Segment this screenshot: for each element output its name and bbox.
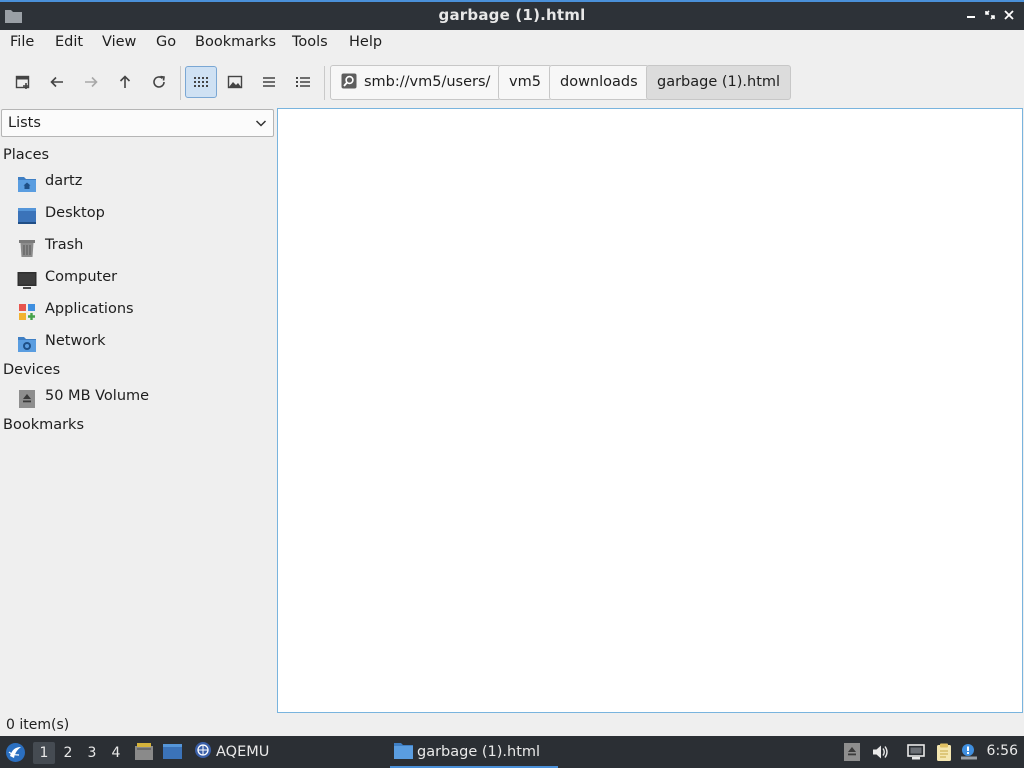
toolbar-separator: [180, 66, 181, 100]
window-title: garbage (1).html: [438, 6, 586, 24]
workspace-1[interactable]: 1: [33, 742, 55, 764]
menu-view[interactable]: View: [102, 34, 136, 50]
sidebar-item-network[interactable]: Network: [0, 328, 274, 358]
minimize-button[interactable]: [962, 6, 980, 24]
breadcrumb-current-file[interactable]: garbage (1).html: [646, 65, 792, 100]
update-notifier-icon[interactable]: [960, 743, 978, 761]
side-pane: Lists Places dartz Desktop Trash Compute…: [0, 108, 276, 714]
sidebar-item-label: Applications: [45, 301, 134, 317]
workspace-3[interactable]: 3: [81, 742, 103, 764]
forward-button[interactable]: [75, 66, 107, 98]
menu-edit[interactable]: Edit: [55, 34, 83, 50]
side-pane-mode-select[interactable]: Lists: [1, 109, 274, 137]
breadcrumb-downloads[interactable]: downloads: [549, 65, 649, 100]
close-button[interactable]: [1000, 6, 1018, 24]
menu-go[interactable]: Go: [156, 34, 176, 50]
trash-icon: [19, 240, 35, 257]
close-icon: [1004, 10, 1014, 20]
sidebar-item-label: Desktop: [45, 205, 105, 221]
taskbar: 1 2 3 4 AQEMU garbage (1).html 6:56: [0, 736, 1024, 768]
forward-icon: [85, 76, 98, 88]
icon-view-icon: [194, 77, 208, 87]
taskbar-app-file-window[interactable]: garbage (1).html: [390, 736, 558, 768]
clock[interactable]: 6:56: [987, 743, 1018, 759]
menu-bar: File Edit View Go Bookmarks Tools Help: [0, 30, 1024, 56]
breadcrumb-vm5[interactable]: vm5: [498, 65, 552, 100]
sidebar-item-trash[interactable]: Trash: [0, 232, 274, 262]
restore-button[interactable]: [981, 6, 999, 24]
thumbnail-view-button[interactable]: [219, 66, 251, 98]
workspace-2[interactable]: 2: [57, 742, 79, 764]
sidebar-item-computer[interactable]: Computer: [0, 264, 274, 294]
status-bar-text: 0 item(s): [6, 717, 70, 733]
sidebar-item-applications[interactable]: Applications: [0, 296, 274, 326]
sidebar-item-50mb-volume[interactable]: 50 MB Volume: [0, 383, 274, 413]
breadcrumb-label: smb://vm5/users/: [364, 74, 491, 90]
file-view-area[interactable]: [277, 108, 1023, 713]
show-desktop-icon[interactable]: [162, 742, 183, 762]
taskbar-app-label: AQEMU: [216, 744, 270, 760]
icon-view-button[interactable]: [185, 66, 217, 98]
compact-view-button[interactable]: [253, 66, 285, 98]
taskbar-app-aqemu[interactable]: AQEMU: [194, 736, 269, 768]
toolbar: smb://vm5/users/ vm5 downloads garbage (…: [0, 58, 1024, 106]
sidebar-item-desktop[interactable]: Desktop: [0, 200, 274, 230]
sidebar-item-label: Network: [45, 333, 106, 349]
folder-icon: [394, 742, 413, 759]
taskbar-app-label: garbage (1).html: [417, 744, 541, 760]
sidebar-item-dartz[interactable]: dartz: [0, 168, 274, 198]
back-icon: [50, 76, 63, 88]
aqemu-icon: [195, 742, 211, 758]
start-menu-icon[interactable]: [5, 742, 26, 763]
sidebar-item-label: dartz: [45, 173, 83, 189]
menu-bookmarks[interactable]: Bookmarks: [195, 34, 276, 50]
applications-icon: [19, 304, 35, 320]
smb-share-icon: [341, 73, 357, 88]
menu-help[interactable]: Help: [349, 34, 382, 50]
file-manager-launcher-icon[interactable]: [134, 742, 154, 762]
eject-icon[interactable]: [843, 743, 861, 761]
sidebar-item-label: Trash: [45, 237, 84, 253]
network-icon: [18, 337, 36, 352]
up-button[interactable]: [109, 66, 141, 98]
section-places: Places: [3, 147, 50, 163]
volume-icon[interactable]: [871, 743, 889, 761]
reload-icon: [153, 75, 165, 88]
section-bookmarks: Bookmarks: [3, 417, 85, 433]
eject-icon: [19, 390, 35, 408]
new-tab-button[interactable]: [7, 66, 39, 98]
menu-tools[interactable]: Tools: [292, 34, 328, 50]
clipboard-icon[interactable]: [935, 743, 953, 761]
detailed-list-icon: [296, 77, 310, 87]
restore-icon: [985, 10, 995, 20]
thumbnail-view-icon: [227, 75, 243, 89]
computer-icon: [17, 272, 37, 289]
side-pane-mode-value: Lists: [8, 115, 41, 131]
detailed-list-button[interactable]: [287, 66, 319, 98]
up-icon: [119, 75, 131, 88]
reload-button[interactable]: [143, 66, 175, 98]
compact-view-icon: [263, 77, 275, 87]
sidebar-item-label: Computer: [45, 269, 118, 285]
workspace-4[interactable]: 4: [105, 742, 127, 764]
new-tab-icon: [15, 75, 30, 89]
menu-file[interactable]: File: [10, 34, 34, 50]
home-folder-icon: [18, 177, 36, 192]
chevron-down-icon: [255, 120, 267, 127]
sidebar-item-label: 50 MB Volume: [45, 388, 150, 404]
network-wired-icon[interactable]: [907, 743, 925, 761]
breadcrumb-smb-root[interactable]: smb://vm5/users/: [330, 65, 502, 100]
toolbar-separator: [324, 66, 325, 100]
minimize-icon: [967, 16, 975, 18]
section-devices: Devices: [3, 362, 61, 378]
back-button[interactable]: [41, 66, 73, 98]
title-bar[interactable]: garbage (1).html: [0, 0, 1024, 30]
desktop-icon: [18, 208, 36, 224]
